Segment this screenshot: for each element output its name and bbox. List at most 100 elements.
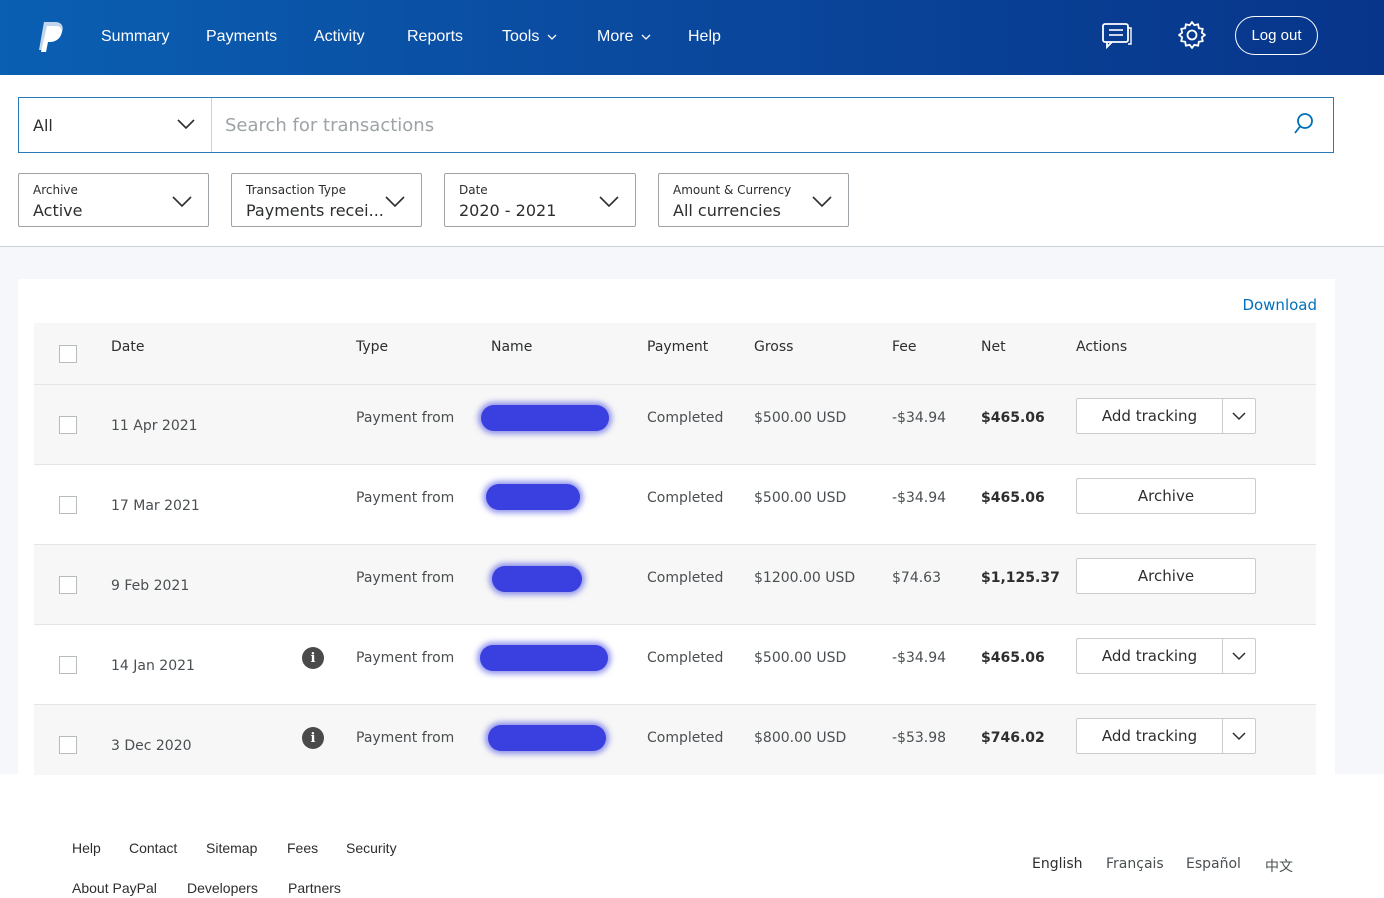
archive-filter[interactable]: Archive Active (18, 173, 209, 227)
filter-value: All currencies (673, 201, 781, 220)
transaction-type-filter[interactable]: Transaction Type Payments recei... (231, 173, 422, 227)
download-link[interactable]: Download (1242, 296, 1317, 314)
footer-partners-link[interactable]: Partners (288, 880, 341, 896)
redacted-name[interactable] (480, 645, 608, 671)
redacted-name[interactable] (492, 566, 582, 592)
row-type: Payment from (356, 650, 455, 666)
filter-value: Active (33, 201, 83, 220)
row-type: Payment from (356, 410, 455, 426)
row-gross: $1200.00 USD (754, 570, 856, 586)
chevron-down-icon (547, 34, 557, 40)
row-net: $465.06 (981, 490, 1045, 506)
column-header-fee: Fee (892, 339, 917, 355)
action-menu-toggle[interactable] (1223, 719, 1255, 753)
redacted-name[interactable] (488, 725, 606, 751)
row-date: 14 Jan 2021 (111, 658, 195, 674)
row-checkbox[interactable] (59, 496, 77, 514)
filter-value: Payments recei... (246, 201, 384, 220)
language-english[interactable]: English (1032, 856, 1083, 872)
row-checkbox[interactable] (59, 736, 77, 754)
row-gross: $500.00 USD (754, 410, 847, 426)
message-center-icon[interactable] (1101, 19, 1133, 51)
search-scope-value: All (33, 115, 53, 135)
amount-currency-filter[interactable]: Amount & Currency All currencies (658, 173, 849, 227)
logout-button[interactable]: Log out (1235, 16, 1318, 55)
chevron-down-icon (812, 196, 832, 208)
archive-button[interactable]: Archive (1076, 478, 1256, 514)
redacted-name[interactable] (481, 405, 609, 431)
column-header-net: Net (981, 339, 1006, 355)
nav-payments[interactable]: Payments (206, 26, 277, 48)
filter-label: Transaction Type (246, 183, 347, 197)
table-row[interactable]: 9 Feb 2021 Payment from Completed $1200.… (34, 545, 1316, 625)
nav-reports[interactable]: Reports (407, 26, 463, 48)
row-fee: -$34.94 (892, 410, 947, 426)
column-header-payment: Payment (647, 339, 709, 355)
language-french[interactable]: Français (1106, 856, 1164, 872)
search-input[interactable] (213, 98, 1283, 152)
action-menu-toggle[interactable] (1223, 639, 1255, 673)
archive-button[interactable]: Archive (1076, 558, 1256, 594)
footer-fees-link[interactable]: Fees (287, 840, 318, 856)
gear-icon[interactable] (1176, 19, 1208, 51)
column-header-date[interactable]: Date (111, 339, 144, 355)
filter-label: Amount & Currency (673, 183, 792, 197)
footer-contact-link[interactable]: Contact (129, 840, 177, 856)
nav-tools[interactable]: Tools (502, 26, 557, 48)
row-date: 9 Feb 2021 (111, 578, 190, 594)
chevron-down-icon (385, 196, 405, 208)
row-fee: $74.63 (892, 570, 941, 586)
chevron-down-icon (599, 196, 619, 208)
row-fee: -$34.94 (892, 490, 947, 506)
row-checkbox[interactable] (59, 416, 77, 434)
row-net: $465.06 (981, 650, 1045, 666)
action-label[interactable]: Add tracking (1077, 399, 1223, 433)
add-tracking-button[interactable]: Add tracking (1076, 638, 1256, 674)
table-row[interactable]: 17 Mar 2021 Payment from Completed $500.… (34, 465, 1316, 545)
language-chinese[interactable]: 中文 (1265, 856, 1293, 876)
footer-security-link[interactable]: Security (346, 840, 397, 856)
info-icon[interactable]: i (302, 647, 324, 669)
date-filter[interactable]: Date 2020 - 2021 (444, 173, 636, 227)
row-checkbox[interactable] (59, 656, 77, 674)
chevron-down-icon (172, 196, 192, 208)
row-fee: -$34.94 (892, 650, 947, 666)
select-all-checkbox[interactable] (59, 345, 77, 363)
chevron-down-icon (1232, 732, 1246, 741)
table-header: Date Type Name Payment Gross Fee Net Act… (34, 323, 1316, 385)
row-date: 11 Apr 2021 (111, 418, 198, 434)
row-payment-status: Completed (647, 490, 724, 506)
footer-help-link[interactable]: Help (72, 840, 101, 856)
nav-summary[interactable]: Summary (101, 26, 169, 48)
search-scope-select[interactable]: All (19, 98, 212, 152)
table-row[interactable]: 14 Jan 2021 i Payment from Completed $50… (34, 625, 1316, 705)
chevron-down-icon (1232, 412, 1246, 421)
action-label[interactable]: Archive (1077, 487, 1255, 505)
row-type: Payment from (356, 730, 455, 746)
add-tracking-button[interactable]: Add tracking (1076, 718, 1256, 754)
table-row[interactable]: 3 Dec 2020 i Payment from Completed $800… (34, 705, 1316, 775)
chevron-down-icon (177, 119, 195, 130)
action-label[interactable]: Add tracking (1077, 719, 1223, 753)
paypal-logo[interactable] (36, 20, 66, 54)
row-payment-status: Completed (647, 570, 724, 586)
language-spanish[interactable]: Español (1186, 856, 1241, 872)
chevron-down-icon (1232, 652, 1246, 661)
table-row[interactable]: 11 Apr 2021 Payment from Completed $500.… (34, 385, 1316, 465)
action-menu-toggle[interactable] (1223, 399, 1255, 433)
info-icon[interactable]: i (302, 727, 324, 749)
transaction-search-bar: All (18, 97, 1334, 153)
footer-developers-link[interactable]: Developers (187, 880, 258, 896)
footer-about-link[interactable]: About PayPal (72, 880, 157, 896)
nav-activity[interactable]: Activity (314, 26, 365, 48)
nav-more[interactable]: More (597, 26, 651, 48)
add-tracking-button[interactable]: Add tracking (1076, 398, 1256, 434)
action-label[interactable]: Archive (1077, 567, 1255, 585)
redacted-name[interactable] (486, 484, 580, 510)
footer-sitemap-link[interactable]: Sitemap (206, 840, 257, 856)
row-checkbox[interactable] (59, 576, 77, 594)
action-label[interactable]: Add tracking (1077, 639, 1223, 673)
nav-help[interactable]: Help (688, 26, 721, 48)
search-icon[interactable] (1293, 112, 1315, 136)
row-gross: $800.00 USD (754, 730, 847, 746)
